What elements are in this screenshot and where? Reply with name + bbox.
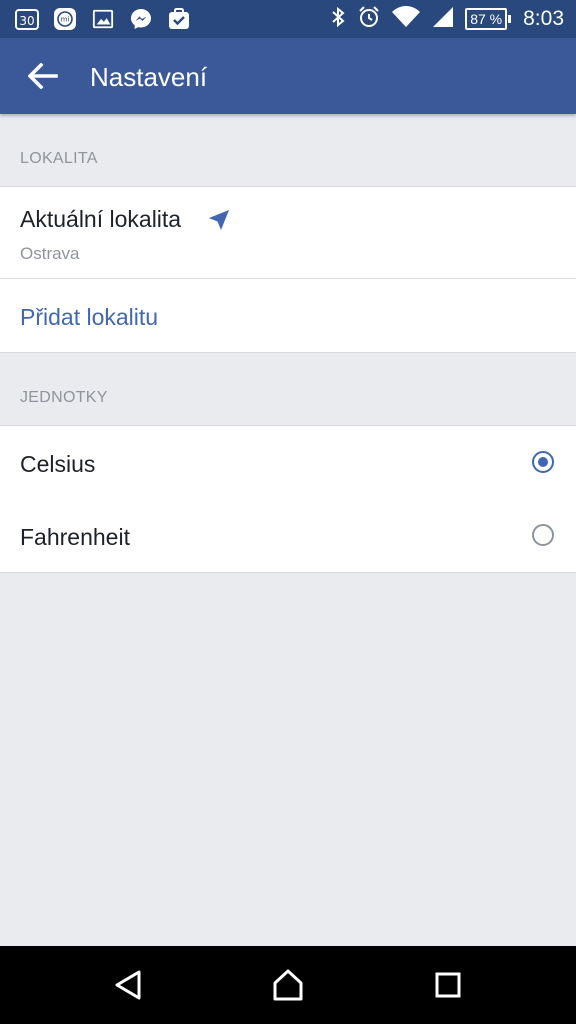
- status-bar: 30 mi 87 % 8:03: [0, 0, 576, 38]
- page-title: Nastavení: [90, 62, 208, 92]
- mi-label: mi: [61, 16, 70, 24]
- calendar-icon: 30: [14, 6, 40, 32]
- signal-icon: [431, 5, 455, 34]
- wifi-icon: [391, 5, 421, 34]
- app-bar: Nastavení: [0, 38, 576, 114]
- alarm-icon: [357, 5, 381, 34]
- current-location-label: Aktuální lokalita: [20, 206, 182, 232]
- triangle-back-icon: [115, 970, 141, 1000]
- battery-level: 87 %: [465, 8, 508, 30]
- messenger-icon: [128, 6, 154, 32]
- clock: 8:03: [523, 7, 564, 30]
- celsius-radio[interactable]: [532, 451, 554, 473]
- section-header-location: LOKALITA: [0, 142, 576, 178]
- back-button[interactable]: [18, 54, 68, 98]
- section-header-units: JEDNOTKY: [0, 381, 576, 417]
- section-header-units-label: JEDNOTKY: [20, 389, 108, 406]
- arrow-left-icon: [28, 63, 58, 89]
- bluetooth-icon: [329, 5, 347, 34]
- mi-app-icon: mi: [52, 6, 78, 32]
- fahrenheit-radio[interactable]: [532, 524, 554, 546]
- unit-option-celsius[interactable]: Celsius: [0, 426, 576, 499]
- current-location-value: Ostrava: [20, 244, 80, 263]
- location-card: Aktuální lokalita Ostrava Přidat lokalit…: [0, 186, 576, 353]
- nav-home-button[interactable]: [268, 965, 308, 1005]
- gallery-icon: [90, 6, 116, 32]
- square-recents-icon: [435, 972, 461, 998]
- task-check-icon: [166, 6, 192, 32]
- location-arrow-icon: [209, 210, 229, 230]
- current-location-row[interactable]: Aktuální lokalita Ostrava: [0, 187, 576, 278]
- navigation-bar: [0, 946, 576, 1024]
- add-location-row[interactable]: Přidat lokalitu: [0, 279, 576, 352]
- battery-tip: [508, 15, 512, 23]
- notification-icons: 30 mi: [14, 6, 192, 32]
- battery-indicator: 87 %: [465, 8, 512, 30]
- unit-option-fahrenheit[interactable]: Fahrenheit: [0, 499, 576, 572]
- calendar-day: 30: [19, 14, 34, 28]
- units-card: Celsius Fahrenheit: [0, 425, 576, 573]
- system-status: 87 % 8:03: [329, 5, 564, 33]
- unit-option-label: Fahrenheit: [20, 524, 130, 550]
- unit-option-label: Celsius: [20, 451, 96, 477]
- nav-recents-button[interactable]: [428, 965, 468, 1005]
- nav-back-button[interactable]: [108, 965, 148, 1005]
- home-icon: [273, 969, 303, 1001]
- add-location-link[interactable]: Přidat lokalitu: [20, 304, 158, 331]
- section-header-location-label: LOKALITA: [20, 150, 98, 167]
